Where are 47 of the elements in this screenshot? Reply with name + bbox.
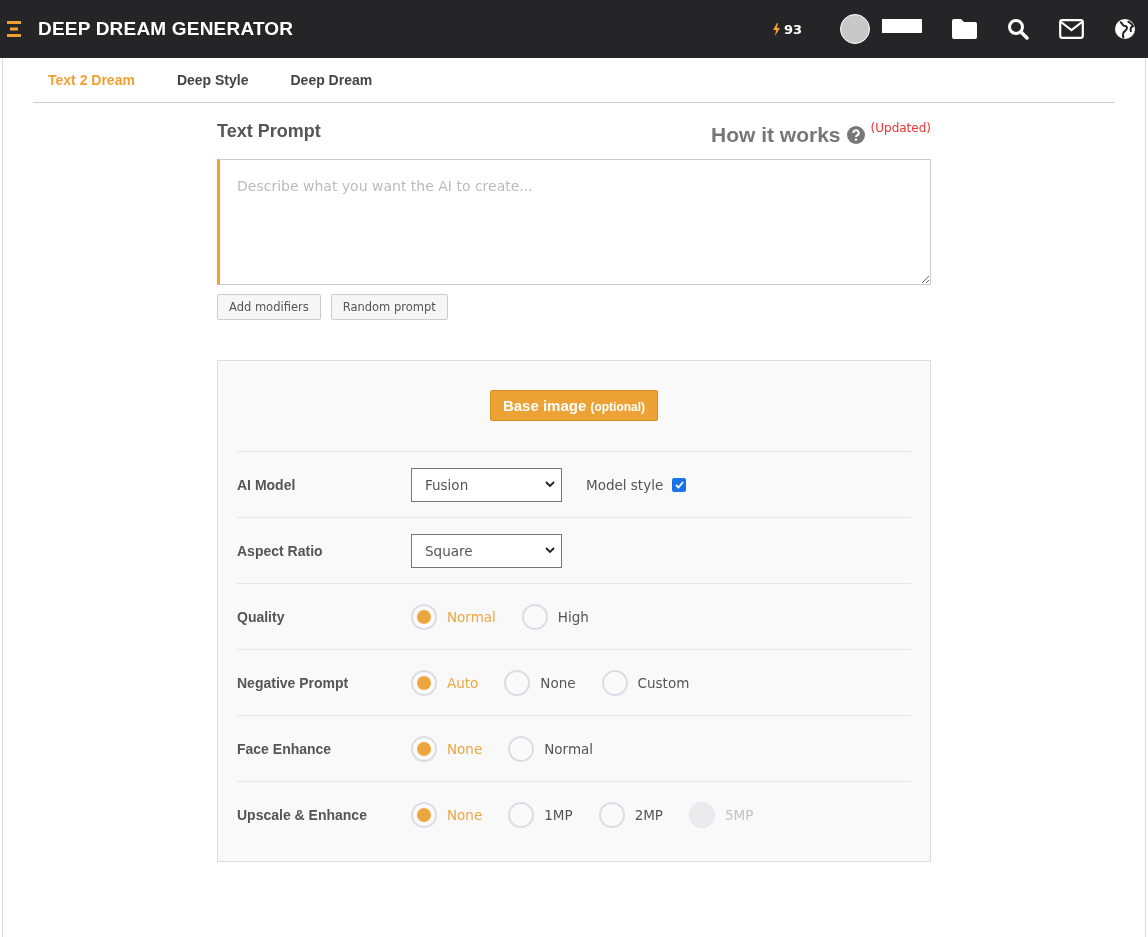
tab[interactable]: Deep Style bbox=[176, 72, 249, 88]
caret-icon bbox=[545, 547, 555, 554]
site-title[interactable]: DEEP DREAM GENERATOR bbox=[38, 18, 294, 40]
section-title: Text Prompt bbox=[217, 121, 321, 142]
dropdown[interactable]: Fusion bbox=[411, 467, 562, 502]
setting-label: Face Enhance bbox=[237, 740, 333, 757]
option-label[interactable]: High bbox=[557, 608, 589, 625]
radio-button[interactable] bbox=[521, 603, 548, 630]
radio-button[interactable] bbox=[411, 801, 437, 828]
option-label[interactable]: Custom bbox=[637, 674, 690, 691]
option-label[interactable]: 2MP bbox=[634, 806, 663, 823]
setting-label: Quality bbox=[237, 608, 286, 625]
radio-button[interactable] bbox=[411, 669, 437, 696]
checkbox-label: Model style bbox=[586, 476, 664, 493]
mail-icon[interactable] bbox=[1059, 19, 1084, 39]
checkbox[interactable] bbox=[672, 477, 687, 492]
how-it-works-link[interactable]: How it works bbox=[711, 123, 841, 147]
prompt-input[interactable]: Describe what you want the AI to create... bbox=[217, 159, 931, 285]
setting-label: Aspect Ratio bbox=[237, 542, 324, 559]
random-prompt-button[interactable]: Random prompt bbox=[330, 294, 448, 320]
help-icon[interactable] bbox=[846, 126, 865, 144]
radio-button[interactable] bbox=[508, 735, 535, 762]
radio-button[interactable] bbox=[411, 603, 437, 630]
option-label[interactable]: None bbox=[540, 674, 576, 691]
option-label[interactable]: Normal bbox=[544, 740, 594, 757]
search-icon[interactable] bbox=[1007, 18, 1029, 40]
avatar[interactable] bbox=[840, 14, 870, 44]
username-placeholder[interactable] bbox=[882, 19, 922, 33]
folder-icon[interactable] bbox=[952, 19, 977, 39]
logo-icon[interactable] bbox=[6, 20, 22, 38]
setting-label: Upscale & Enhance bbox=[237, 806, 368, 823]
globe-icon[interactable] bbox=[1114, 18, 1136, 40]
caret-icon bbox=[545, 481, 555, 488]
energy-count: 93 bbox=[783, 21, 802, 37]
option-label[interactable]: 1MP bbox=[544, 806, 573, 823]
add-modifiers-button[interactable]: Add modifiers bbox=[217, 294, 321, 320]
dropdown[interactable]: Square bbox=[411, 533, 562, 568]
radio-button[interactable] bbox=[601, 669, 628, 696]
tab[interactable]: Deep Dream bbox=[290, 72, 373, 88]
radio-button[interactable] bbox=[508, 801, 535, 828]
setting-label: AI Model bbox=[237, 476, 297, 493]
radio-button[interactable] bbox=[504, 669, 531, 696]
radio-button[interactable] bbox=[598, 801, 625, 828]
setting-label: Negative Prompt bbox=[237, 674, 350, 691]
lightning-icon bbox=[772, 22, 780, 36]
radio-button[interactable] bbox=[411, 735, 437, 762]
updated-note: (Updated) bbox=[870, 121, 931, 135]
